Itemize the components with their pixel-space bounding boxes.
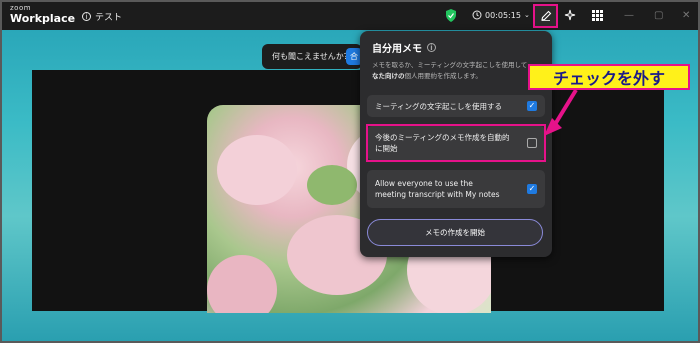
meeting-info[interactable]: i テスト — [82, 10, 122, 23]
minimize-icon[interactable]: — — [624, 10, 634, 21]
checkbox-checked[interactable]: ✓ — [527, 184, 537, 194]
sparkle-icon[interactable] — [564, 9, 577, 22]
option-label: Allow everyone to use the meeting transc… — [375, 178, 500, 200]
start-notes-button[interactable]: メモの作成を開始 — [367, 219, 543, 246]
info-icon: i — [82, 12, 91, 21]
desc-line-1: メモを取るか、ミーティングの文字起こしを使用して — [372, 61, 528, 69]
timer-text: 00:05:15 — [485, 10, 521, 20]
shield-icon[interactable] — [445, 9, 457, 22]
close-icon[interactable]: ✕ — [682, 10, 690, 21]
option-use-transcript[interactable]: ミーティングの文字起こしを使用する ✓ — [367, 95, 545, 117]
meeting-timer[interactable]: 00:05:15 ⌄ — [472, 10, 530, 20]
maximize-icon[interactable]: ▢ — [654, 10, 663, 21]
checkbox-checked[interactable]: ✓ — [527, 101, 537, 111]
highlight-box — [366, 124, 546, 162]
option-label-line-2: meeting transcript with My notes — [375, 190, 500, 199]
meeting-name: テスト — [95, 13, 123, 23]
annotation-callout: チェックを外す — [528, 64, 690, 90]
top-bar: zoom Workplace i テスト 00:05:15 ⌄ — ▢ ✕ — [2, 2, 698, 30]
pencil-icon — [540, 10, 551, 21]
desc-line-2: 個人用要約を作成します。 — [404, 72, 482, 80]
panel-title: 自分用メモ i — [372, 40, 436, 55]
annotation-arrow — [544, 88, 578, 136]
panel-description: メモを取るか、ミーティングの文字起こしを使用して なた向けの個人用要約を作成しま… — [372, 60, 540, 82]
option-label-line-1: Allow everyone to use the — [375, 179, 473, 188]
apps-grid-icon[interactable] — [592, 10, 603, 21]
zoom-logo: zoom Workplace — [10, 4, 76, 25]
chevron-down-icon: ⌄ — [523, 11, 530, 19]
clock-icon — [472, 10, 482, 20]
desc-bold: なた向けの — [372, 72, 405, 80]
info-icon[interactable]: i — [427, 43, 436, 52]
logo-small-text: zoom — [10, 4, 32, 12]
option-label: ミーティングの文字起こしを使用する — [375, 101, 503, 111]
logo-big-text: Workplace — [10, 12, 76, 25]
panel-title-text: 自分用メモ — [372, 44, 422, 55]
my-notes-button[interactable] — [533, 4, 558, 28]
ask-label: 何も聞こえませんか？ — [272, 52, 352, 61]
option-allow-everyone[interactable]: Allow everyone to use the meeting transc… — [367, 170, 545, 208]
